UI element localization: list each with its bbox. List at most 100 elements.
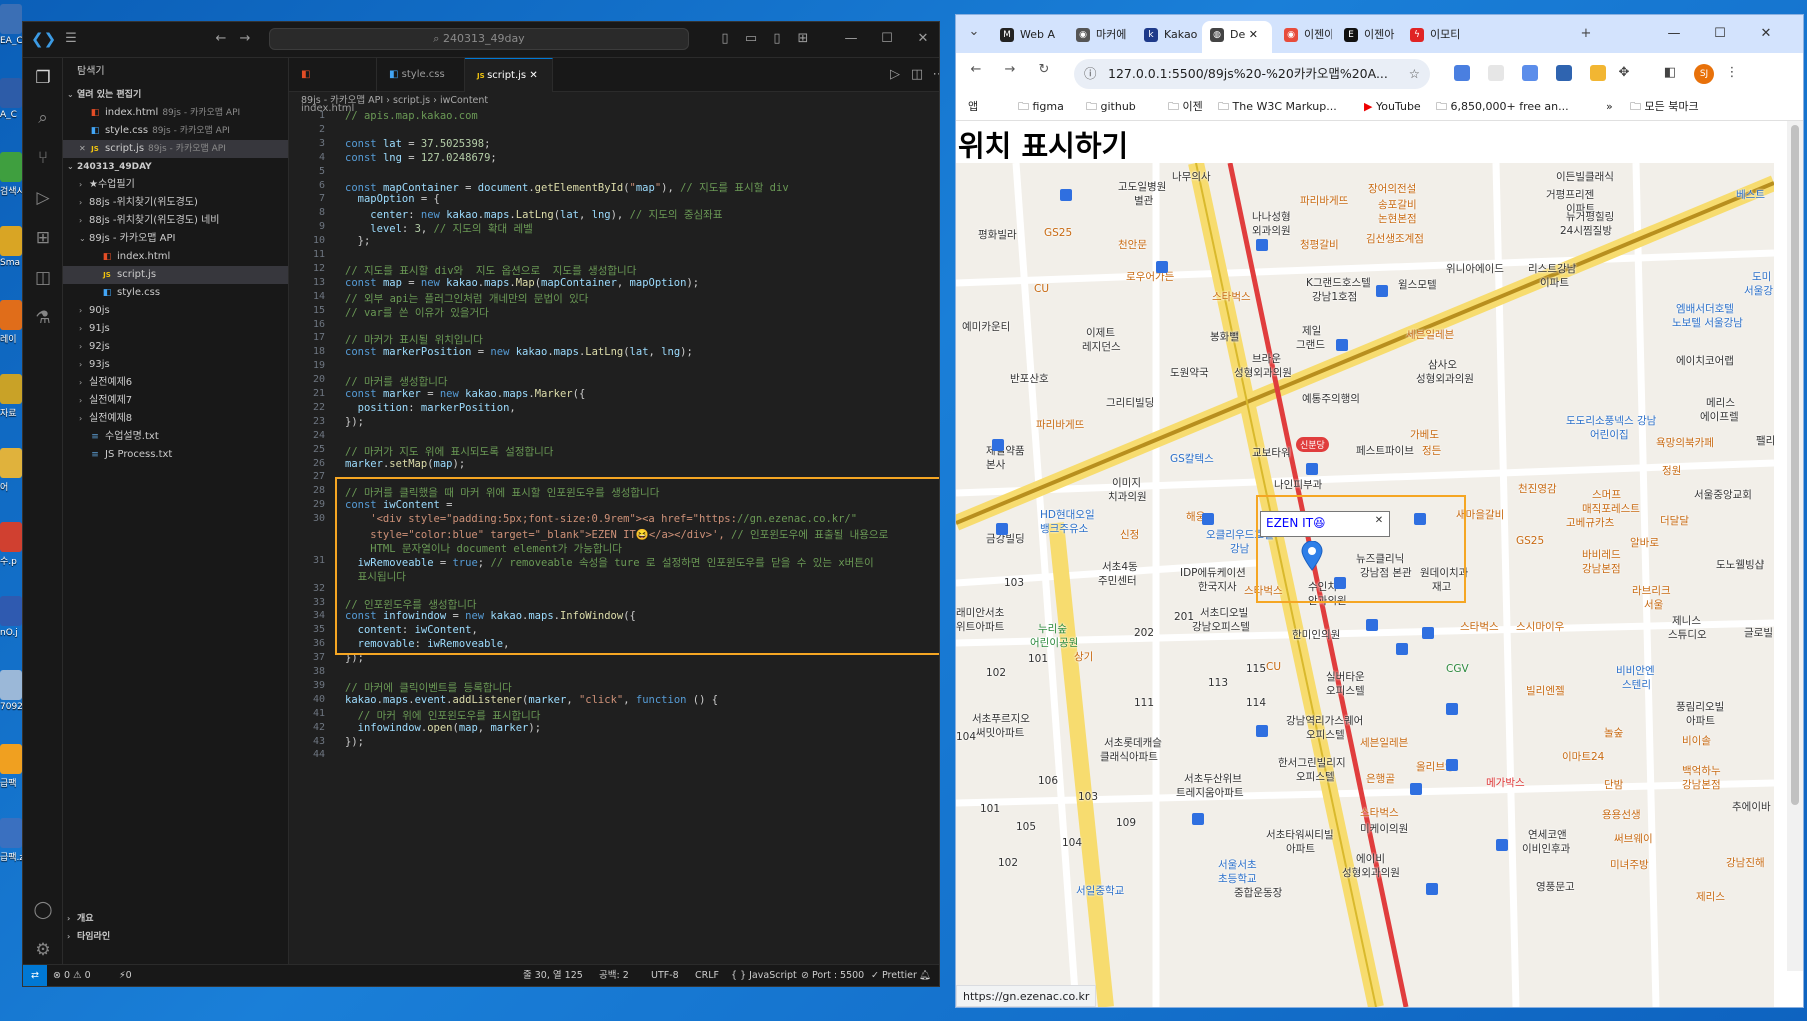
map-poi-label[interactable]: 예미카운티 <box>962 319 1010 334</box>
minimize-icon[interactable]: — <box>843 31 859 47</box>
desktop-app-icon[interactable] <box>0 818 22 848</box>
remote-explorer-icon[interactable]: ◫ <box>31 266 55 290</box>
tab-search-icon[interactable]: ⌄ <box>966 24 982 40</box>
map-poi-label[interactable]: 나무의사 <box>1172 169 1211 184</box>
bus-stop-icon[interactable] <box>996 523 1008 535</box>
map-poi-label[interactable]: 미녀주방 <box>1610 857 1649 872</box>
map-poi-label[interactable]: 뱅크주유소 <box>1040 521 1088 536</box>
folder-item[interactable]: › 93js <box>63 356 288 374</box>
map-poi-label[interactable]: 강남역리가스퀘어 <box>1286 713 1363 728</box>
map-poi-label[interactable]: 파리바게뜨 <box>1036 417 1084 432</box>
map-poi-label[interactable]: 성형외과의원 <box>1342 865 1400 880</box>
map-poi-label[interactable]: 래미안서초 <box>956 605 1004 620</box>
map-poi-label[interactable]: 에이프렐 <box>1700 409 1739 424</box>
desktop-app-icon[interactable] <box>0 522 22 552</box>
forward-arrow-icon[interactable]: → <box>1002 62 1018 78</box>
profile-avatar[interactable]: SJ <box>1694 64 1714 84</box>
chrome-menu-icon[interactable]: ⋮ <box>1724 65 1740 81</box>
run-debug-icon[interactable]: ▷ <box>31 186 55 210</box>
map-poi-label[interactable]: 이마트24 <box>1562 749 1604 764</box>
page-scrollbar[interactable] <box>1787 121 1803 971</box>
map-poi-label[interactable]: IDP에듀케이션 <box>1180 565 1246 580</box>
open-editor-item[interactable]: ✕ JS script.js 89js - 카카오맵 API <box>63 140 288 158</box>
folder-item[interactable]: › 91js <box>63 320 288 338</box>
map-poi-label[interactable]: 서울서초 <box>1218 857 1257 872</box>
map-poi-label[interactable]: 윌스모텔 <box>1398 277 1437 292</box>
map-poi-label[interactable]: 비비안엔 <box>1616 663 1655 678</box>
eol-status[interactable]: CRLF <box>695 965 719 986</box>
map-poi-label[interactable]: 어린이공원 <box>1030 635 1078 650</box>
map-poi-label[interactable]: 라브리크 <box>1632 583 1671 598</box>
editor-tab-style-css[interactable]: ◧ style.css <box>377 58 465 92</box>
map-poi-label[interactable]: 그리티빌딩 <box>1106 395 1154 410</box>
map-poi-label[interactable]: 서초롯데캐슬 <box>1104 735 1162 750</box>
map-poi-label[interactable]: 풍림리오빌 <box>1676 699 1724 714</box>
map-poi-label[interactable]: GS25 <box>1044 227 1072 239</box>
open-editor-item[interactable]: ◧ style.css 89js - 카카오맵 API <box>63 122 288 140</box>
map-poi-label[interactable]: 오피스텔 <box>1326 683 1365 698</box>
search-icon[interactable]: ⌕ <box>31 106 55 130</box>
map-poi-label[interactable]: 나나성형 <box>1252 209 1291 224</box>
map-poi-label[interactable]: 천진영감 <box>1518 481 1557 496</box>
bus-stop-icon[interactable] <box>1422 627 1434 639</box>
map-poi-label[interactable]: 평화빌라 <box>978 227 1017 242</box>
bus-stop-icon[interactable] <box>1060 189 1072 201</box>
bookmark-item[interactable]: 🗀︎ 이젠 <box>1168 93 1203 121</box>
close-icon[interactable]: ✕ <box>915 31 931 47</box>
map-poi-label[interactable]: 교보타워 <box>1252 445 1291 460</box>
bus-stop-icon[interactable] <box>1256 725 1268 737</box>
extension-icon[interactable] <box>1590 65 1606 81</box>
map-poi-label[interactable]: 삼사오 <box>1428 357 1457 372</box>
bookmark-item[interactable]: 🗀︎ The W3C Markup... <box>1218 93 1337 121</box>
bookmark-item[interactable]: ▶ YouTube <box>1364 93 1421 121</box>
map-poi-label[interactable]: 강남진해 <box>1726 855 1765 870</box>
side-panel-icon[interactable]: ◧ <box>1662 65 1678 81</box>
map-poi-label[interactable]: 아파트 <box>1286 841 1315 856</box>
map-poi-label[interactable]: 가베도 <box>1410 427 1439 442</box>
open-editor-item[interactable]: ◧ index.html 89js - 카카오맵 API <box>63 104 288 122</box>
map-poi-label[interactable]: 천안문 <box>1118 237 1147 252</box>
map-poi-label[interactable]: CU <box>1034 283 1049 295</box>
language-status[interactable]: { } JavaScript <box>731 965 797 986</box>
desktop-app-icon[interactable] <box>0 4 22 34</box>
map-poi-label[interactable]: 뉴거평힐링 <box>1566 209 1614 224</box>
scrollbar-thumb[interactable] <box>1791 125 1799 805</box>
testing-icon[interactable]: ⚗ <box>31 306 55 330</box>
map-poi-label[interactable]: 그랜드 <box>1296 337 1325 352</box>
remote-icon[interactable]: ⇄ <box>23 965 47 986</box>
workspace-folder-header[interactable]: ⌄ 240313_49DAY <box>63 158 288 176</box>
map-poi-label[interactable]: 이비인후과 <box>1522 841 1570 856</box>
ezen-link[interactable]: EZEN IT😆 <box>1266 516 1326 530</box>
folder-item[interactable]: › 실전예제7 <box>63 392 288 410</box>
extension-icon[interactable] <box>1454 65 1470 81</box>
browser-tab[interactable]: E 이젠아 <box>1336 21 1398 53</box>
map-poi-label[interactable]: 스텐리 <box>1622 677 1651 692</box>
map-poi-label[interactable]: 서울중앙교회 <box>1694 487 1752 502</box>
map-poi-label[interactable]: 오피스텔 <box>1296 769 1335 784</box>
settings-gear-icon[interactable]: ⚙ <box>31 938 55 962</box>
map-poi-label[interactable]: 반포산호 <box>1010 371 1049 386</box>
customize-layout-icon[interactable]: ⊞ <box>795 31 811 47</box>
bus-stop-icon[interactable] <box>1192 813 1204 825</box>
map-poi-label[interactable]: 봉화뺄 <box>1210 329 1239 344</box>
map-poi-label[interactable]: 치과의원 <box>1108 489 1147 504</box>
map-poi-label[interactable]: 이제트 <box>1086 325 1115 340</box>
map-poi-label[interactable]: 성형외과의원 <box>1234 365 1292 380</box>
file-item[interactable]: ◧ style.css <box>63 284 288 302</box>
map-poi-label[interactable]: 강남본점 <box>1582 561 1621 576</box>
map-poi-label[interactable]: 예통주의행의 <box>1302 391 1360 406</box>
map-poi-label[interactable]: 청평갈비 <box>1300 237 1339 252</box>
map-poi-label[interactable]: 강남본점 <box>1682 777 1721 792</box>
map-poi-label[interactable]: 113 <box>1208 677 1228 689</box>
tab-close-icon[interactable]: ✕ <box>526 70 537 81</box>
map-poi-label[interactable]: 이파트 <box>1540 275 1569 290</box>
map-poi-label[interactable]: 강남오피스텔 <box>1192 619 1250 634</box>
extensions-puzzle-icon[interactable]: ✥ <box>1616 65 1632 81</box>
map-poi-label[interactable]: 202 <box>1134 627 1154 639</box>
more-actions-icon[interactable]: ⋯ <box>931 67 940 83</box>
browser-tab[interactable]: ◉ 이젠아 <box>1276 21 1332 53</box>
desktop-app-icon[interactable] <box>0 448 22 478</box>
toggle-secondary-sidebar-icon[interactable]: ▯ <box>769 31 785 47</box>
map-poi-label[interactable]: 파리바게뜨 <box>1300 193 1348 208</box>
map-poi-label[interactable]: 노보텔 서울강남 <box>1672 315 1743 330</box>
